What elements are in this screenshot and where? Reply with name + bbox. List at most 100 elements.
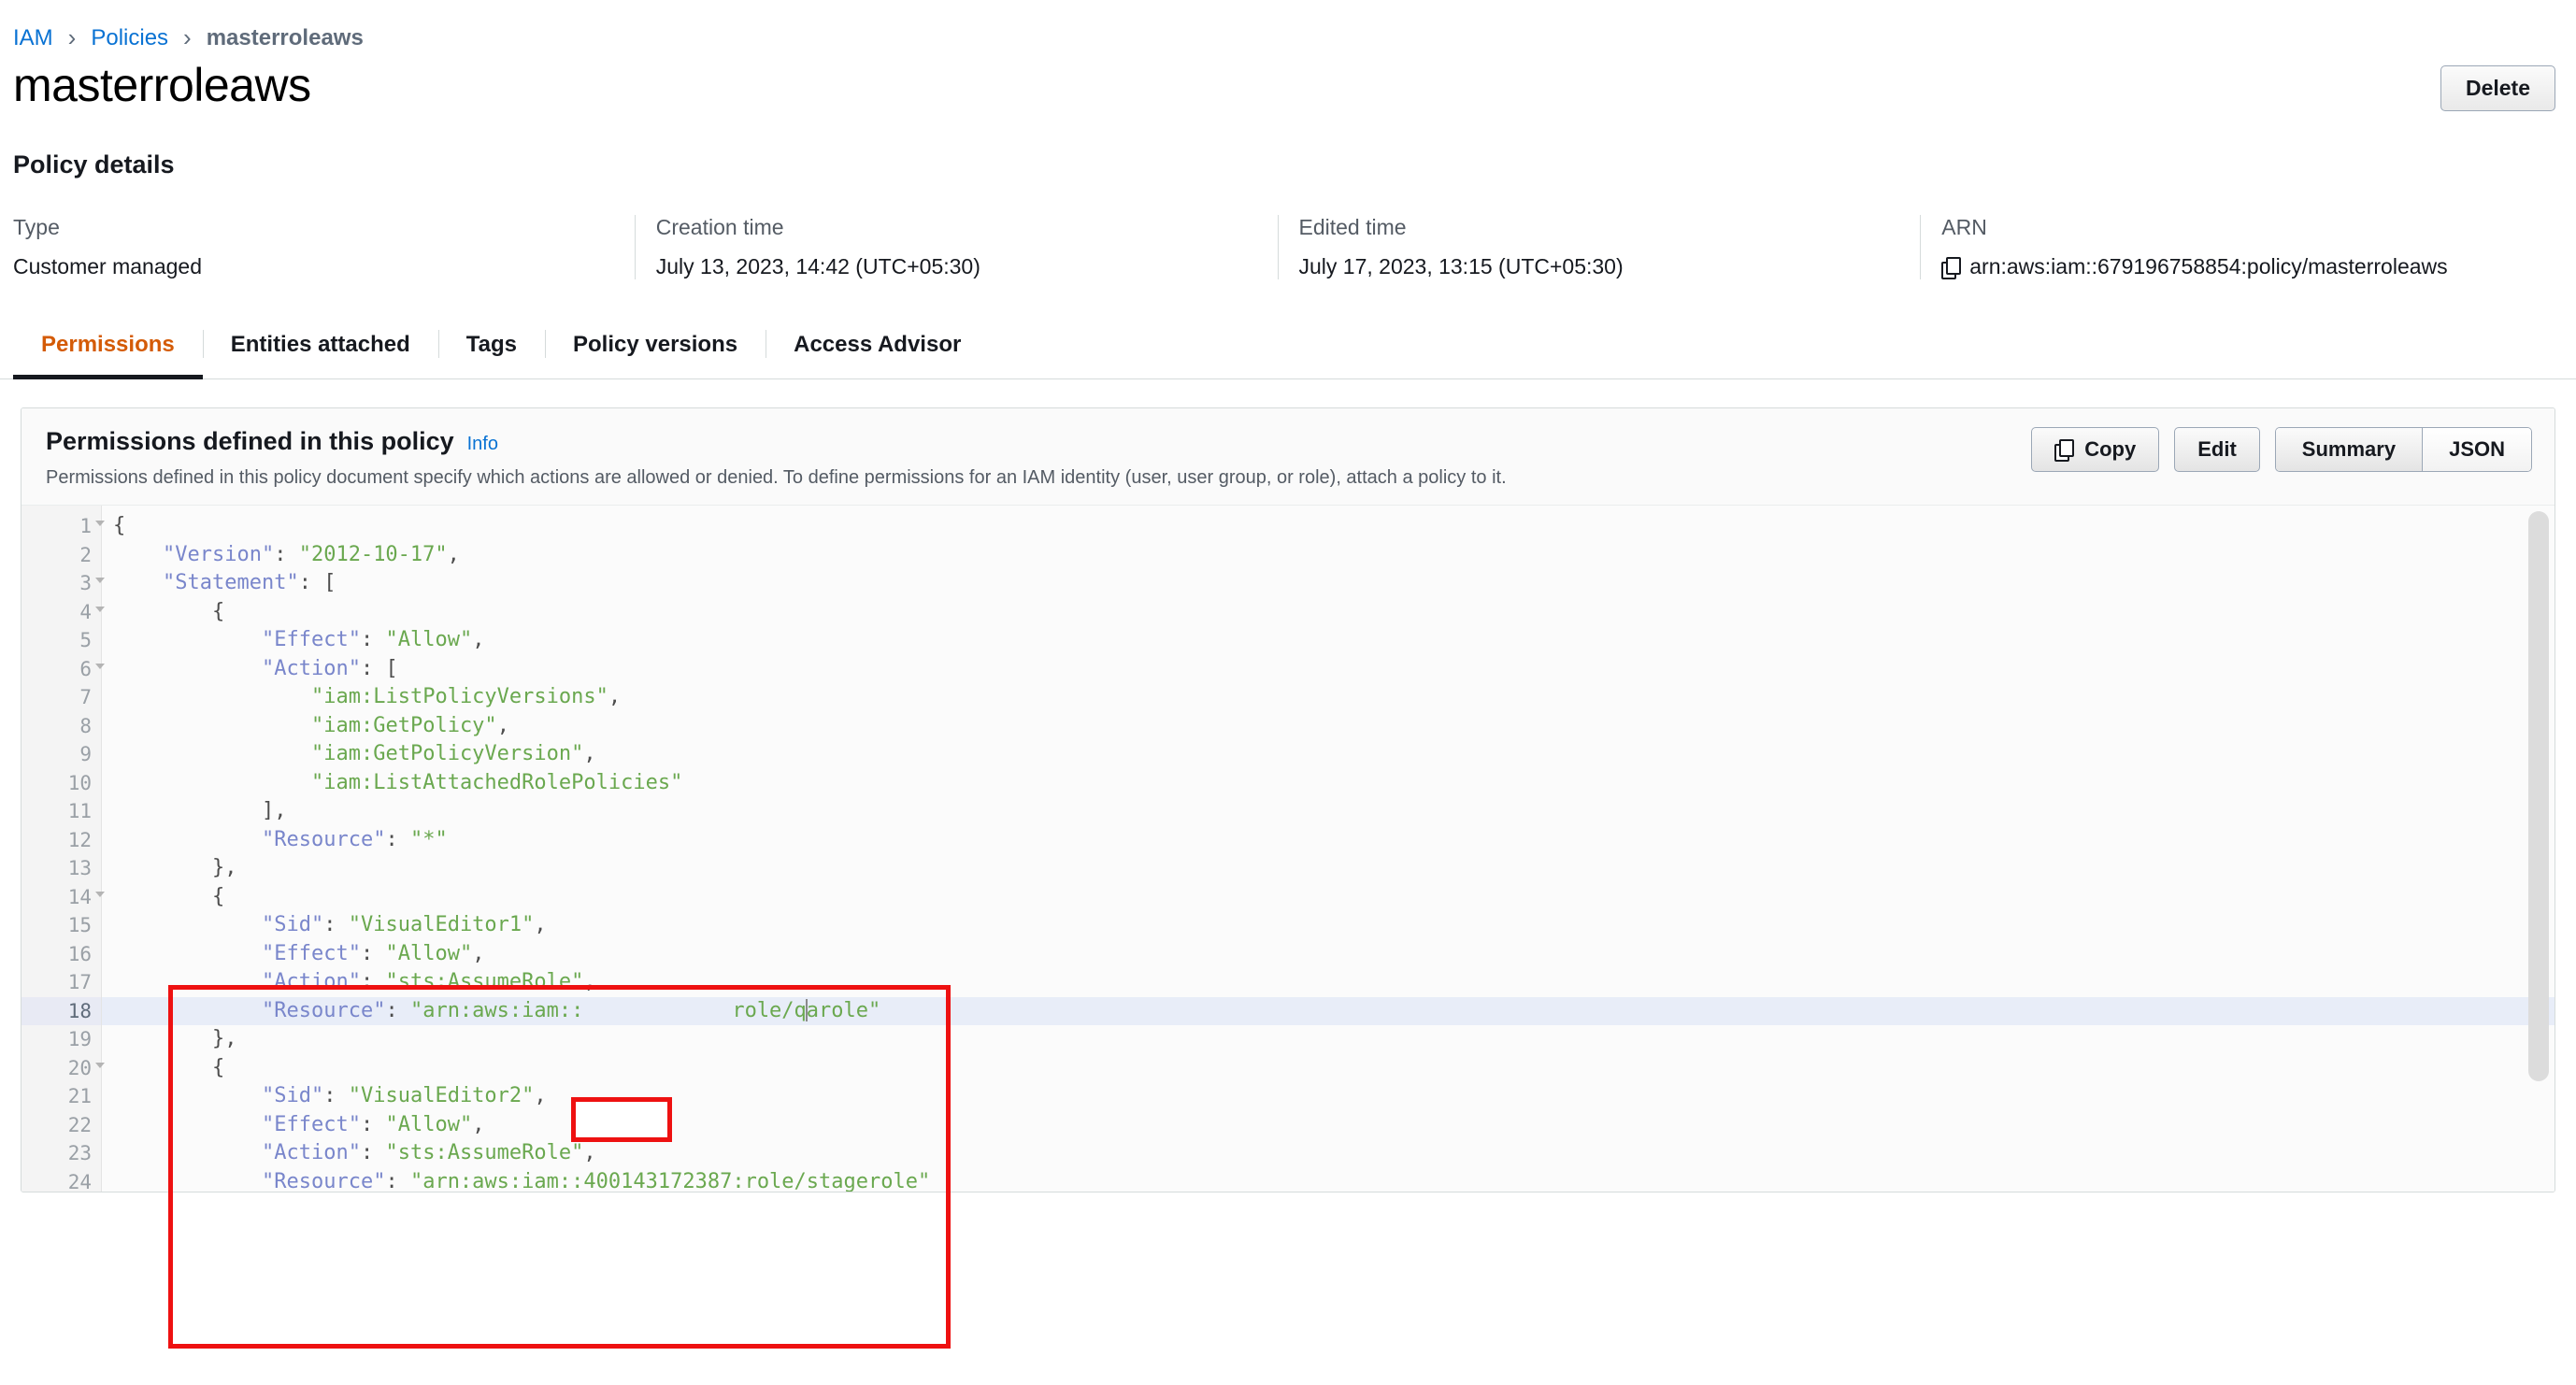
editor-code-line[interactable]: { — [102, 598, 2555, 627]
editor-code-line[interactable]: "Effect": "Allow", — [102, 1111, 2555, 1140]
copy-icon[interactable] — [1941, 256, 1962, 279]
editor-code-line[interactable]: "Effect": "Allow", — [102, 626, 2555, 655]
editor-line-number: 9 — [79, 743, 92, 766]
editor-resize-handle[interactable] — [2528, 1184, 2549, 1192]
permissions-panel: Permissions defined in this policy Info … — [21, 407, 2555, 1193]
editor-code-line[interactable]: "Sid": "VisualEditor1", — [102, 911, 2555, 940]
copy-button[interactable]: Copy — [2031, 427, 2160, 473]
breadcrumb-separator-icon: › — [67, 23, 77, 51]
editor-line-number: 21 — [67, 1085, 92, 1108]
editor-code-line[interactable]: "iam:GetPolicyVersion", — [102, 740, 2555, 769]
detail-edited-time: Edited time July 17, 2023, 13:15 (UTC+05… — [1277, 215, 1921, 280]
editor-code-line[interactable]: }, — [102, 854, 2555, 883]
editor-line-number: 1 — [21, 512, 105, 541]
editor-code-line[interactable]: { — [102, 883, 2555, 912]
detail-label-arn: ARN — [1941, 215, 1987, 240]
breadcrumb-item-iam[interactable]: IAM — [13, 25, 53, 51]
tab-access-advisor[interactable]: Access Advisor — [766, 321, 989, 378]
editor-line-number: 22 — [67, 1113, 92, 1136]
editor-line-number: 8 — [79, 714, 92, 737]
redaction-box-account-id — [571, 1097, 672, 1142]
detail-value-type-text: Customer managed — [13, 253, 202, 278]
editor-code-line[interactable]: "Effect": "Allow", — [102, 940, 2555, 969]
edit-button[interactable]: Edit — [2174, 427, 2260, 473]
editor-code-line[interactable]: "iam:ListAttachedRolePolicies" — [102, 769, 2555, 798]
breadcrumb: IAM › Policies › masterroleaws — [0, 0, 2576, 51]
editor-line-number: 16 — [67, 942, 92, 965]
detail-arn: ARN arn:aws:iam::679196758854:policy/mas… — [1920, 215, 2563, 280]
editor-line-number: 10 — [67, 771, 92, 794]
editor-line-number: 11 — [67, 800, 92, 823]
breadcrumb-item-current: masterroleaws — [206, 25, 364, 50]
policy-details-heading: Policy details — [13, 150, 175, 179]
detail-value-arn-text: arn:aws:iam::679196758854:policy/masterr… — [1969, 253, 2448, 278]
view-toggle-summary[interactable]: Summary — [2275, 428, 2423, 472]
editor-code-line[interactable]: "Statement": [ — [102, 569, 2555, 598]
editor-code-line[interactable]: "Sid": "VisualEditor2", — [102, 1082, 2555, 1111]
editor-code-line[interactable]: "Action": [ — [102, 655, 2555, 684]
editor-line-number: 24 — [67, 1170, 92, 1193]
editor-line-number: 3 — [21, 569, 105, 598]
detail-value-edited-time: July 17, 2023, 13:15 (UTC+05:30) — [1299, 254, 1921, 280]
tab-entities-attached[interactable]: Entities attached — [202, 321, 438, 378]
policy-tabs: Permissions Entities attached Tags Polic… — [0, 321, 2576, 380]
view-toggle-json[interactable]: JSON — [2422, 428, 2531, 472]
editor-code-line[interactable]: "Action": "sts:AssumeRole", — [102, 968, 2555, 997]
page-title: masterroleaws — [13, 59, 311, 111]
editor-code-line[interactable]: "Action": "sts:AssumeRole", — [102, 1139, 2555, 1168]
breadcrumb-separator-icon: › — [183, 23, 192, 51]
editor-code-area[interactable]: { "Version": "2012-10-17", "Statement": … — [102, 506, 2555, 1192]
permissions-panel-title-row: Permissions defined in this policy Info — [46, 427, 1507, 456]
editor-line-number: 13 — [67, 857, 92, 880]
page-header: masterroleaws Delete — [0, 49, 2576, 112]
editor-code-line[interactable]: }, — [102, 1025, 2555, 1054]
tab-policy-versions[interactable]: Policy versions — [545, 321, 766, 378]
editor-code-line[interactable]: "Resource": "arn:aws:iam::400143172387:r… — [102, 1168, 2555, 1192]
editor-vertical-scrollbar[interactable] — [2528, 511, 2549, 1184]
editor-code-line[interactable]: "iam:ListPolicyVersions", — [102, 683, 2555, 712]
copy-icon — [2054, 439, 2075, 463]
detail-label-edited-time: Edited time — [1298, 215, 1407, 240]
permissions-panel-actions: Copy Edit Summary JSON — [2031, 425, 2532, 473]
policy-details-grid: Type Customer managed Creation time July… — [0, 215, 2576, 280]
editor-code-line[interactable]: { — [102, 512, 2555, 541]
editor-line-number: 17 — [67, 971, 92, 994]
json-editor[interactable]: 1234567891011121314151617181920212223242… — [21, 506, 2555, 1192]
editor-scrollbar-thumb[interactable] — [2528, 511, 2549, 1082]
editor-line-number: 2 — [79, 543, 92, 566]
editor-line-number: 23 — [67, 1142, 92, 1165]
editor-line-number: 20 — [21, 1054, 105, 1083]
editor-line-number: 5 — [79, 629, 92, 652]
editor-line-number: 15 — [67, 914, 92, 937]
delete-button[interactable]: Delete — [2440, 65, 2555, 112]
breadcrumb-item-policies[interactable]: Policies — [91, 25, 168, 51]
detail-creation-time: Creation time July 13, 2023, 14:42 (UTC+… — [634, 215, 1278, 280]
text-cursor — [805, 998, 808, 1021]
detail-label-type: Type — [13, 215, 60, 240]
permissions-panel-header: Permissions defined in this policy Info … — [21, 408, 2555, 507]
detail-label-creation-time: Creation time — [655, 215, 784, 240]
editor-code-line[interactable]: "iam:GetPolicy", — [102, 712, 2555, 741]
info-link[interactable]: Info — [467, 434, 498, 455]
detail-value-edited-time-text: July 17, 2023, 13:15 (UTC+05:30) — [1298, 253, 1624, 278]
editor-code-line[interactable]: ], — [102, 797, 2555, 826]
detail-value-type: Customer managed — [13, 254, 635, 280]
editor-line-number: 19 — [67, 1028, 92, 1051]
editor-code-line[interactable]: "Resource": "*" — [102, 826, 2555, 855]
editor-line-number: 4 — [21, 598, 105, 627]
editor-line-number: 12 — [67, 828, 92, 851]
detail-value-creation-time-text: July 13, 2023, 14:42 (UTC+05:30) — [655, 253, 980, 278]
detail-type: Type Customer managed — [13, 215, 635, 279]
tab-tags[interactable]: Tags — [437, 321, 545, 378]
permissions-panel-description: Permissions defined in this policy docum… — [46, 467, 1507, 489]
editor-line-numbers: 1234567891011121314151617181920212223242… — [21, 506, 105, 1193]
editor-code-line[interactable]: { — [102, 1054, 2555, 1083]
permissions-panel-title: Permissions defined in this policy — [46, 427, 454, 456]
detail-value-creation-time: July 13, 2023, 14:42 (UTC+05:30) — [656, 254, 1278, 280]
tab-permissions[interactable]: Permissions — [13, 321, 203, 380]
edit-button-label: Edit — [2197, 437, 2237, 462]
editor-line-number: 18 — [21, 996, 101, 1026]
editor-code-line[interactable]: "Resource": "arn:aws:iam:: role/qarole" — [102, 996, 2555, 1026]
editor-line-number: 14 — [21, 883, 105, 912]
editor-code-line[interactable]: "Version": "2012-10-17", — [102, 541, 2555, 570]
